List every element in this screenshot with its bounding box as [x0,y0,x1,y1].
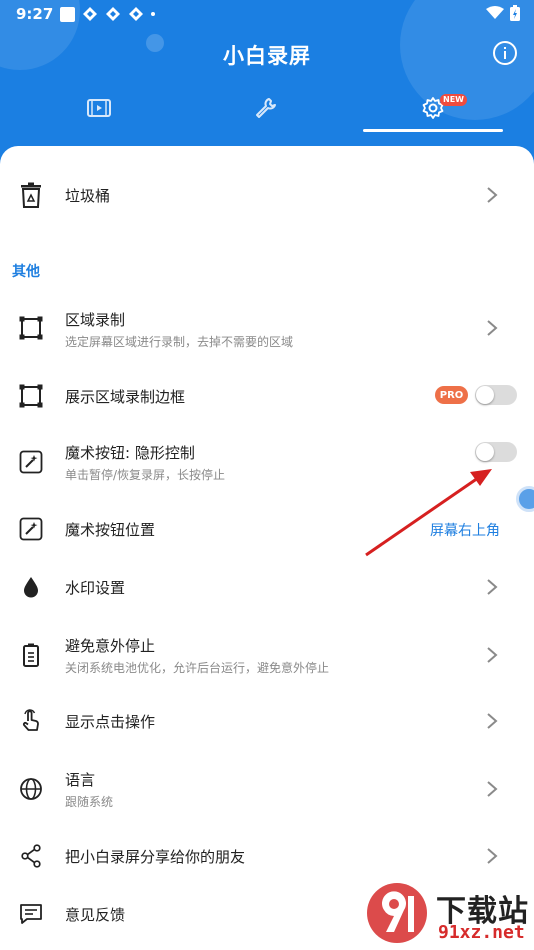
new-badge: NEW [440,94,467,106]
notification-icons [60,6,155,22]
info-icon[interactable] [492,40,518,66]
battery-icon [510,5,520,21]
chevron-right-icon [487,647,498,663]
wrench-icon [256,98,276,118]
setting-subtitle: 跟随系统 [65,795,114,809]
setting-avoid-stop[interactable]: 避免意外停止 关闭系统电池优化，允许后台运行，避免意外停止 [0,632,534,678]
more-notifications-dot [151,12,155,16]
crop-frame-icon [18,383,44,409]
chevron-right-icon [487,713,498,729]
globe-icon [18,776,44,802]
app-title: 小白录屏 [223,44,311,68]
setting-region-border[interactable]: 展示区域录制边框 PRO [0,376,534,416]
setting-subtitle: 关闭系统电池优化，允许后台运行，避免意外停止 [65,661,330,675]
setting-title: 魔术按钮位置 [65,521,156,539]
chevron-right-icon [487,187,498,203]
status-bar: 9:27 [0,0,534,28]
setting-title: 显示点击操作 [65,713,156,731]
tab-tools[interactable] [196,88,336,128]
section-header-other: 其他 [12,264,40,280]
setting-title: 语言 [65,771,96,789]
setting-trash[interactable]: 垃圾桶 [0,174,534,216]
feedback-icon [18,901,44,927]
setting-title: 区域录制 [65,311,126,329]
site-logo [367,883,427,943]
setting-watermark[interactable]: 水印设置 [0,567,534,607]
setting-title: 避免意外停止 [65,637,156,655]
chevron-right-icon [487,781,498,797]
magic-position-value[interactable]: 屏幕右上角 [430,520,500,540]
settings-list: 垃圾桶 其他 区域录制 选定屏幕区域进行录制，去掉不需要的区域 展示区域录制边框… [0,146,534,950]
tab-settings[interactable] [363,88,503,128]
setting-region-record[interactable]: 区域录制 选定屏幕区域进行录制，去掉不需要的区域 [0,306,534,352]
setting-title: 垃圾桶 [65,187,111,205]
notification-app-icon [106,7,120,21]
wifi-icon [486,6,504,19]
toggle-knob [476,443,494,461]
setting-share[interactable]: 把小白录屏分享给你的朋友 [0,836,534,876]
pro-badge: PRO [435,386,468,404]
app-header: 9:27 小白录屏 NEW [0,0,534,160]
setting-show-touches[interactable]: 显示点击操作 [0,701,534,741]
drop-icon [18,574,44,600]
watermark-url: 91xz.net [438,922,525,943]
setting-title: 魔术按钮: 隐形控制 [65,444,195,462]
setting-title: 把小白录屏分享给你的朋友 [65,848,246,866]
setting-magic-button[interactable]: 魔术按钮: 隐形控制 单击暂停/恢复录屏，长按停止 [0,439,534,485]
notification-square-icon [60,6,75,22]
tab-videos[interactable] [29,88,169,128]
magic-button-toggle[interactable] [475,442,517,462]
chevron-right-icon [487,320,498,336]
toggle-knob [476,386,494,404]
tab-indicator [363,129,503,132]
notification-app-icon [83,7,97,21]
setting-title: 意见反馈 [65,906,126,924]
trash-icon [18,182,44,208]
status-time: 9:27 [16,5,54,23]
touch-hand-icon [18,708,44,734]
setting-title: 水印设置 [65,579,126,597]
setting-title: 展示区域录制边框 [65,388,186,406]
chevron-right-icon [487,848,498,864]
region-border-toggle[interactable] [475,385,517,405]
magic-wand-icon [18,516,44,542]
setting-language[interactable]: 语言 跟随系统 [0,766,534,812]
chevron-right-icon [487,579,498,595]
crop-frame-icon [18,315,44,341]
notification-app-icon [129,7,143,21]
battery-clipboard-icon [18,642,44,668]
setting-subtitle: 选定屏幕区域进行录制，去掉不需要的区域 [65,335,294,349]
site-watermark: 下载站 91xz.net [364,880,534,948]
share-icon [18,843,44,869]
video-icon [87,99,111,117]
magic-wand-icon [18,449,44,475]
setting-magic-position[interactable]: 魔术按钮位置 屏幕右上角 [0,509,534,549]
setting-subtitle: 单击暂停/恢复录屏，长按停止 [65,468,226,482]
status-right [486,5,520,21]
